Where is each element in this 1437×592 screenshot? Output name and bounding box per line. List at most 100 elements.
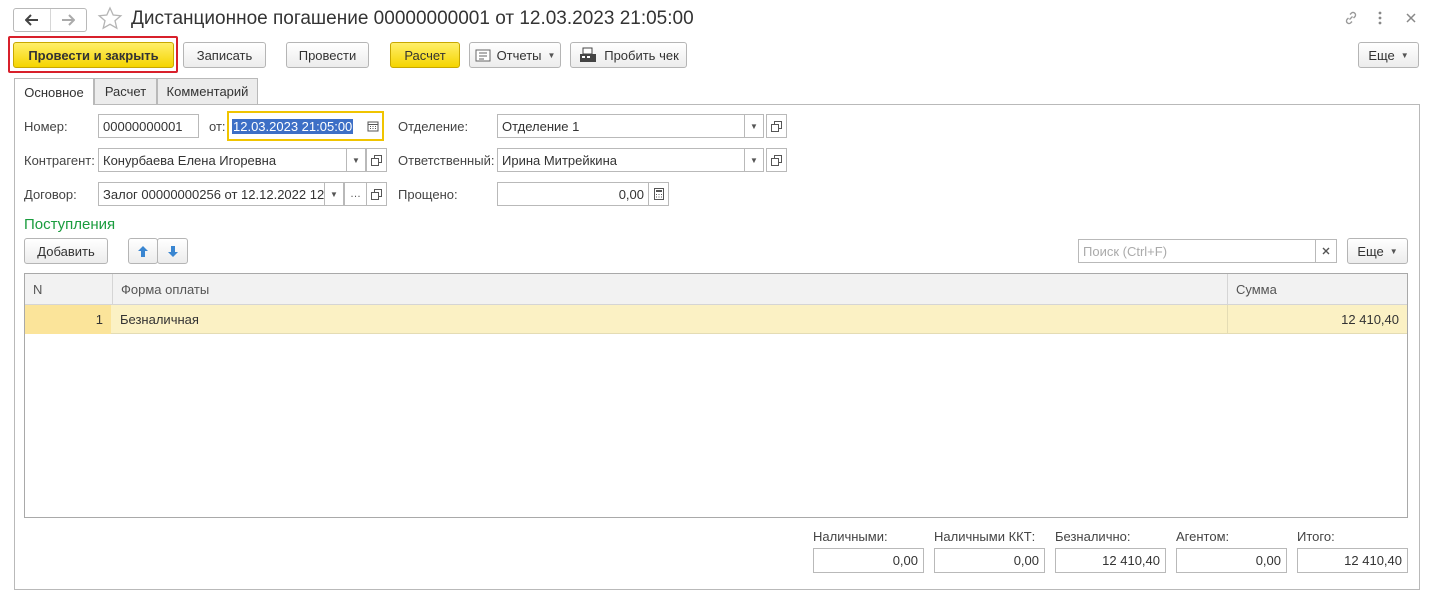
print-receipt-button[interactable]: Пробить чек	[570, 42, 687, 68]
counterparty-field[interactable]: Конурбаева Елена Игоревна	[98, 148, 347, 172]
contract-select-button[interactable]: …	[344, 182, 367, 206]
table-row[interactable]: 1 Безналичная 12 410,40	[25, 305, 1407, 334]
forgiven-field[interactable]: 0,00	[497, 182, 649, 206]
forward-button[interactable]	[49, 9, 87, 31]
tab-comment[interactable]: Комментарий	[157, 78, 258, 104]
total-value: 12 410,40	[1344, 553, 1402, 568]
more-button[interactable]: Еще ▼	[1358, 42, 1419, 68]
responsible-dropdown-icon[interactable]: ▼	[744, 148, 764, 172]
more-label: Еще	[1368, 47, 1395, 63]
responsible-open-icon[interactable]	[766, 148, 787, 172]
responsible-value: Ирина Митрейкина	[502, 152, 617, 168]
total-field: 12 410,40	[1297, 548, 1408, 573]
department-field[interactable]: Отделение 1	[497, 114, 745, 138]
clear-search-icon[interactable]	[1315, 239, 1337, 263]
calendar-icon[interactable]	[367, 120, 379, 132]
responsible-field[interactable]: Ирина Митрейкина	[497, 148, 745, 172]
search-input[interactable]: Поиск (Ctrl+F)	[1078, 239, 1316, 263]
save-label: Записать	[196, 47, 253, 63]
reports-label: Отчеты	[496, 47, 542, 63]
link-icon[interactable]	[1343, 10, 1359, 29]
calc-button[interactable]: Расчет	[390, 42, 460, 68]
noncash-field: 12 410,40	[1055, 548, 1166, 573]
arrow-down-icon	[167, 245, 178, 257]
responsible-label: Ответственный:	[398, 153, 495, 168]
post-and-close-button[interactable]: Провести и закрыть	[13, 42, 174, 68]
column-header-sum[interactable]: Сумма	[1227, 274, 1407, 305]
forgiven-label: Прощено:	[398, 187, 458, 202]
cash-register-icon	[580, 47, 597, 62]
noncash-value: 12 410,40	[1102, 553, 1160, 568]
search-placeholder: Поиск (Ctrl+F)	[1083, 243, 1168, 259]
window-title: Дистанционное погашение 00000000001 от 1…	[131, 8, 694, 29]
print-receipt-label: Пробить чек	[604, 47, 679, 63]
column-header-payment-form[interactable]: Форма оплаты	[112, 274, 1227, 305]
contract-dropdown-icon[interactable]: ▼	[324, 182, 344, 206]
receipts-more-label: Еще	[1357, 243, 1384, 259]
post-and-close-label: Провести и закрыть	[28, 47, 159, 63]
back-button[interactable]	[14, 9, 50, 31]
table-header: N Форма оплаты Сумма	[25, 274, 1407, 305]
contract-open-icon[interactable]	[366, 182, 387, 206]
reports-button[interactable]: Отчеты ▼	[469, 42, 561, 68]
agent-label: Агентом:	[1176, 529, 1230, 544]
chevron-down-icon: ▼	[1400, 50, 1409, 60]
cash-label: Наличными:	[813, 529, 888, 544]
department-label: Отделение:	[398, 119, 469, 134]
department-dropdown-icon[interactable]: ▼	[744, 114, 764, 138]
favorite-star-icon[interactable]	[97, 6, 123, 35]
contract-label: Договор:	[24, 187, 77, 202]
arrow-up-icon	[138, 245, 148, 257]
counterparty-dropdown-icon[interactable]: ▼	[346, 148, 366, 172]
post-button[interactable]: Провести	[286, 42, 369, 68]
number-field[interactable]: 00000000001	[98, 114, 199, 138]
cash-kkt-field: 0,00	[934, 548, 1045, 573]
column-divider	[1227, 305, 1228, 334]
date-value: 12.03.2023 21:05:00	[232, 118, 354, 134]
from-label: от:	[209, 119, 226, 134]
date-field[interactable]: 12.03.2023 21:05:00	[227, 111, 384, 141]
number-label: Номер:	[24, 119, 68, 134]
close-icon[interactable]	[1405, 12, 1417, 27]
tab-main-label: Основное	[24, 84, 84, 100]
contract-value: Залог 00000000256 от 12.12.2022 12:	[103, 186, 325, 202]
nav-buttons	[13, 8, 87, 32]
move-up-button[interactable]	[128, 238, 158, 264]
department-open-icon[interactable]	[766, 114, 787, 138]
agent-field: 0,00	[1176, 548, 1287, 573]
column-header-n[interactable]: N	[25, 274, 112, 305]
arrow-right-icon	[62, 14, 76, 26]
number-value: 00000000001	[103, 118, 183, 134]
counterparty-open-icon[interactable]	[366, 148, 387, 172]
tab-comment-label: Комментарий	[166, 84, 249, 99]
post-label: Провести	[298, 47, 357, 63]
noncash-label: Безналично:	[1055, 529, 1131, 544]
calculator-icon[interactable]	[648, 182, 669, 206]
counterparty-label: Контрагент:	[24, 153, 95, 168]
move-down-button[interactable]	[157, 238, 188, 264]
receipts-table: N Форма оплаты Сумма 1 Безналичная 12 41…	[24, 273, 1408, 518]
add-label: Добавить	[37, 243, 95, 259]
tab-calc[interactable]: Расчет	[94, 78, 157, 104]
add-button[interactable]: Добавить	[24, 238, 108, 264]
row-payment-form: Безналичная	[120, 312, 199, 327]
agent-value: 0,00	[1255, 553, 1281, 568]
cash-value: 0,00	[892, 553, 918, 568]
tab-main[interactable]: Основное	[14, 78, 94, 105]
row-sum: 12 410,40	[1341, 312, 1399, 327]
cash-kkt-label: Наличными ККТ:	[934, 529, 1036, 544]
total-label: Итого:	[1297, 529, 1335, 544]
calc-label: Расчет	[404, 47, 446, 63]
tab-calc-label: Расчет	[104, 84, 147, 99]
save-button[interactable]: Записать	[183, 42, 266, 68]
contract-field[interactable]: Залог 00000000256 от 12.12.2022 12:	[98, 182, 325, 206]
row-number: 1	[25, 305, 111, 334]
department-value: Отделение 1	[502, 118, 580, 134]
more-vertical-icon[interactable]	[1377, 10, 1383, 29]
receipts-more-button[interactable]: Еще ▼	[1347, 238, 1408, 264]
arrow-left-icon	[24, 14, 38, 26]
cash-kkt-value: 0,00	[1013, 553, 1039, 568]
forgiven-value: 0,00	[618, 186, 644, 202]
cash-field: 0,00	[813, 548, 924, 573]
counterparty-value: Конурбаева Елена Игоревна	[103, 152, 277, 168]
